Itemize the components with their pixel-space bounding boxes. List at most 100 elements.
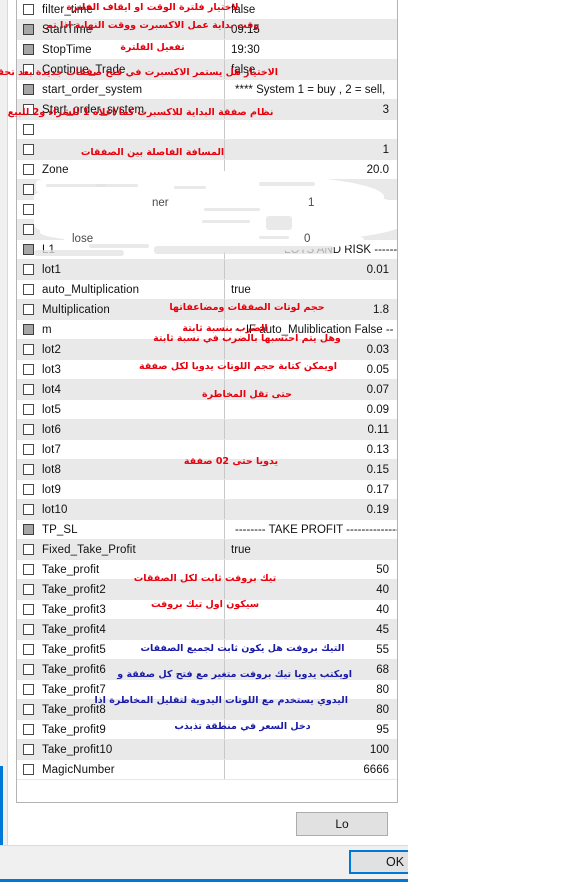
row-checkbox[interactable] xyxy=(23,684,34,695)
row-checkbox[interactable] xyxy=(23,44,34,55)
row-checkbox[interactable] xyxy=(23,764,34,775)
row-checkbox[interactable] xyxy=(23,324,34,335)
row-value-cell[interactable]: 09:15 xyxy=(225,20,397,39)
table-row[interactable]: Take_profit3 40 xyxy=(17,600,397,620)
table-row[interactable]: lot6 0.11 xyxy=(17,420,397,440)
row-checkbox[interactable] xyxy=(23,124,34,135)
table-row[interactable]: lot7 0.13 xyxy=(17,440,397,460)
row-value-cell[interactable]: 55 xyxy=(225,640,397,659)
table-row[interactable]: Take_profit2 40 xyxy=(17,580,397,600)
table-row[interactable]: Start_order_system 3 xyxy=(17,100,397,120)
row-value-cell[interactable]: 0.03 xyxy=(225,340,397,359)
row-checkbox[interactable] xyxy=(23,464,34,475)
row-checkbox[interactable] xyxy=(23,224,34,235)
table-row[interactable]: L1 ------------ LOTS AND RISK -----------… xyxy=(17,240,397,260)
row-value-cell[interactable] xyxy=(225,120,397,139)
table-row[interactable]: StopTime 19:30 xyxy=(17,40,397,60)
row-checkbox[interactable] xyxy=(23,624,34,635)
row-checkbox[interactable] xyxy=(23,104,34,115)
row-value-cell[interactable]: 50 xyxy=(225,560,397,579)
table-row[interactable]: lot1 0.01 xyxy=(17,260,397,280)
row-checkbox[interactable] xyxy=(23,504,34,515)
row-checkbox[interactable] xyxy=(23,584,34,595)
inputs-properties-panel[interactable]: filter_time false StartTime 09:15 StopTime 19… xyxy=(16,0,398,803)
row-checkbox[interactable] xyxy=(23,84,34,95)
table-row[interactable]: lot4 0.07 xyxy=(17,380,397,400)
table-row[interactable]: m -- IF auto_Muliblication False -- xyxy=(17,320,397,340)
row-value-cell[interactable]: **** System 1 = buy , 2 = sell, xyxy=(225,80,397,99)
table-row[interactable] xyxy=(17,120,397,140)
row-checkbox[interactable] xyxy=(23,264,34,275)
row-value-cell[interactable]: 0.15 xyxy=(225,460,397,479)
row-checkbox[interactable] xyxy=(23,164,34,175)
row-checkbox[interactable] xyxy=(23,524,34,535)
table-row[interactable]: 1 xyxy=(17,140,397,160)
table-row[interactable]: Take_profit4 45 xyxy=(17,620,397,640)
row-checkbox[interactable] xyxy=(23,344,34,355)
row-checkbox[interactable] xyxy=(23,204,34,215)
row-checkbox[interactable] xyxy=(23,184,34,195)
row-value-cell[interactable]: 0.17 xyxy=(225,480,397,499)
row-checkbox[interactable] xyxy=(23,144,34,155)
row-checkbox[interactable] xyxy=(23,364,34,375)
row-checkbox[interactable] xyxy=(23,244,34,255)
row-value-cell[interactable]: 100 xyxy=(225,740,397,759)
table-row[interactable]: Take_profit10 100 xyxy=(17,740,397,760)
table-row[interactable]: Take_profit6 68 xyxy=(17,660,397,680)
row-value-cell[interactable]: 0.11 xyxy=(225,420,397,439)
table-row[interactable]: TP_SL -------- TAKE PROFIT -------------- xyxy=(17,520,397,540)
row-value-cell[interactable] xyxy=(225,220,397,239)
table-row[interactable]: Take_profit 50 xyxy=(17,560,397,580)
table-row[interactable]: Zone 20.0 xyxy=(17,160,397,180)
table-row[interactable]: StartTime 09:15 xyxy=(17,20,397,40)
table-row[interactable]: Take_profit9 95 xyxy=(17,720,397,740)
table-row[interactable]: lot10 0.19 xyxy=(17,500,397,520)
table-row[interactable]: Take_profit7 80 xyxy=(17,680,397,700)
row-value-cell[interactable]: true xyxy=(225,540,397,559)
table-row[interactable]: lot2 0.03 xyxy=(17,340,397,360)
table-row[interactable]: Continue_Trade false xyxy=(17,60,397,80)
row-value-cell[interactable]: 0.13 xyxy=(225,440,397,459)
row-value-cell[interactable]: 0.09 xyxy=(225,400,397,419)
row-value-cell[interactable]: 1 xyxy=(225,140,397,159)
row-checkbox[interactable] xyxy=(23,744,34,755)
table-row[interactable]: MagicNumber 6666 xyxy=(17,760,397,780)
row-value-cell[interactable]: 0 xyxy=(225,200,397,219)
row-value-cell[interactable]: 40 xyxy=(225,580,397,599)
row-value-cell[interactable]: false xyxy=(225,60,397,79)
row-checkbox[interactable] xyxy=(23,704,34,715)
row-checkbox[interactable] xyxy=(23,384,34,395)
row-value-cell[interactable]: 0.01 xyxy=(225,260,397,279)
row-checkbox[interactable] xyxy=(23,564,34,575)
table-row[interactable]: Multiplication 1.8 xyxy=(17,300,397,320)
table-row[interactable]: Fixed_Take_Profit true xyxy=(17,540,397,560)
row-value-cell[interactable]: 0.19 xyxy=(225,500,397,519)
row-checkbox[interactable] xyxy=(23,664,34,675)
row-value-cell[interactable]: 19:30 xyxy=(225,40,397,59)
table-row[interactable] xyxy=(17,180,397,200)
row-checkbox[interactable] xyxy=(23,604,34,615)
row-checkbox[interactable] xyxy=(23,64,34,75)
row-value-cell[interactable]: 6666 xyxy=(225,760,397,779)
row-value-cell[interactable] xyxy=(225,180,397,199)
ok-button[interactable]: OK xyxy=(349,850,408,874)
table-row[interactable] xyxy=(17,220,397,240)
row-value-cell[interactable]: 95 xyxy=(225,720,397,739)
row-checkbox[interactable] xyxy=(23,424,34,435)
load-button[interactable]: Lo xyxy=(296,812,388,836)
row-value-cell[interactable]: -- IF auto_Muliblication False -- xyxy=(225,320,397,339)
row-value-cell[interactable]: 80 xyxy=(225,680,397,699)
table-row[interactable]: Take_profit8 80 xyxy=(17,700,397,720)
table-row[interactable]: filter_time false xyxy=(17,0,397,20)
table-row[interactable]: close 0 xyxy=(17,200,397,220)
row-value-cell[interactable]: 45 xyxy=(225,620,397,639)
row-checkbox[interactable] xyxy=(23,724,34,735)
table-row[interactable]: lot8 0.15 xyxy=(17,460,397,480)
table-row[interactable]: Take_profit5 55 xyxy=(17,640,397,660)
row-value-cell[interactable]: -------- TAKE PROFIT -------------- xyxy=(225,520,397,539)
row-checkbox[interactable] xyxy=(23,404,34,415)
table-row[interactable]: lot5 0.09 xyxy=(17,400,397,420)
table-row[interactable]: auto_Multiplication true xyxy=(17,280,397,300)
row-value-cell[interactable]: 0.05 xyxy=(225,360,397,379)
row-value-cell[interactable]: 80 xyxy=(225,700,397,719)
